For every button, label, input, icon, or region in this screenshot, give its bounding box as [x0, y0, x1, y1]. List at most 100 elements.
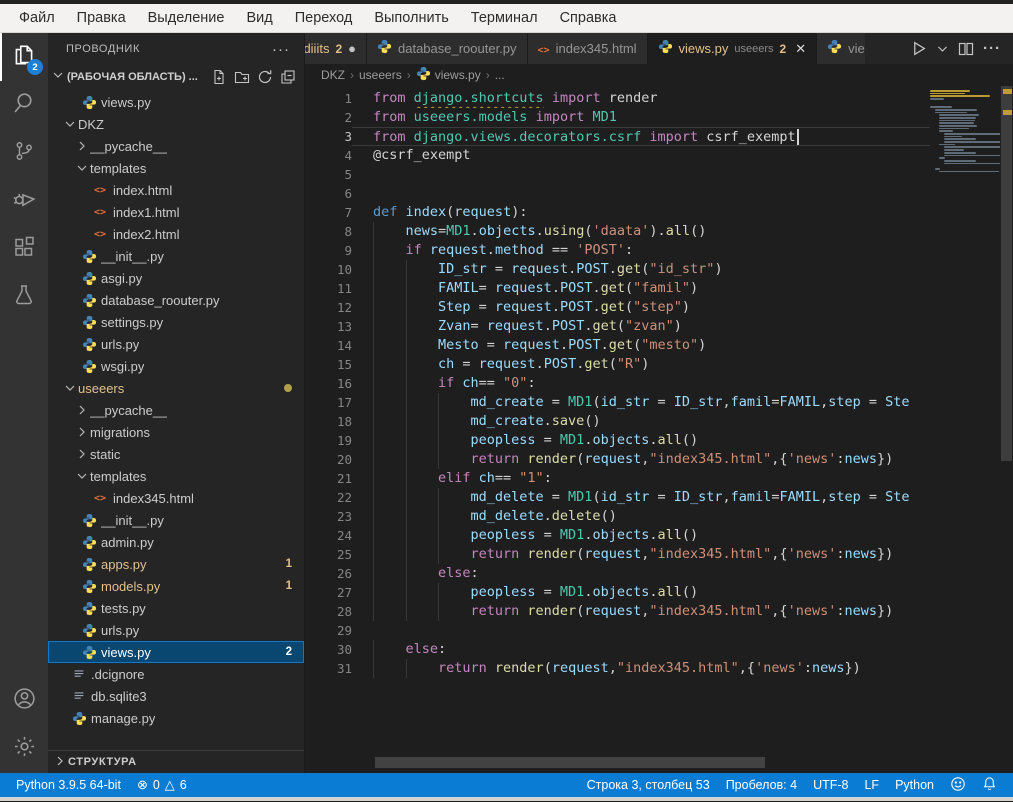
tab-index345-html[interactable]: <>index345.html — [528, 33, 648, 64]
code-line-10[interactable]: 10 ID_str = request.POST.get("id_str") — [305, 260, 930, 279]
code-line-28[interactable]: 28 return render(request,"index345.html"… — [305, 602, 930, 621]
tree-file-index1-html[interactable]: <>index1.html — [48, 201, 304, 223]
menu-item-2[interactable]: Выделение — [137, 10, 236, 26]
tree-folder-dkz[interactable]: DKZ — [48, 113, 304, 135]
code-line-2[interactable]: 2from useeers.models import MD1 — [305, 108, 930, 127]
activity-run-debug[interactable] — [0, 177, 48, 225]
activity-testing[interactable] — [0, 273, 48, 321]
code-line-18[interactable]: 18 md_create.save() — [305, 412, 930, 431]
code-line-11[interactable]: 11 FAMIL= request.POST.get("famil") — [305, 279, 930, 298]
tree-folder--pycache-[interactable]: __pycache__ — [48, 135, 304, 157]
tree-folder-templates[interactable]: templates — [48, 157, 304, 179]
horizontal-scrollbar[interactable] — [305, 757, 847, 768]
code-line-14[interactable]: 14 Mesto = request.POST.get("mesto") — [305, 336, 930, 355]
vertical-scrollbar[interactable] — [1000, 86, 1013, 773]
horizontal-scrollbar-thumb[interactable] — [375, 757, 765, 768]
tree-file-index345-html[interactable]: <>index345.html — [48, 487, 304, 509]
menu-item-5[interactable]: Выполнить — [363, 10, 459, 26]
new-folder-icon[interactable] — [234, 69, 250, 85]
status-cursor-position[interactable]: Строка 3, столбец 53 — [579, 773, 718, 797]
code-line-1[interactable]: 1from django.shortcuts import render — [305, 89, 930, 108]
tree-file--init-py[interactable]: __init__.py — [48, 509, 304, 531]
code-area[interactable]: 1from django.shortcuts import render2fro… — [305, 86, 930, 773]
refresh-icon[interactable] — [257, 69, 273, 85]
code-line-15[interactable]: 15 ch = request.POST.get("R") — [305, 355, 930, 374]
tab-database-roouter-py[interactable]: database_roouter.py — [367, 33, 528, 64]
code-line-26[interactable]: 26 else: — [305, 564, 930, 583]
tree-folder-migrations[interactable]: migrations — [48, 421, 304, 443]
status-notifications[interactable] — [974, 773, 1005, 797]
chevron-down-icon[interactable] — [936, 42, 949, 55]
activity-explorer[interactable]: 2 — [0, 33, 48, 81]
code-line-3[interactable]: 3from django.views.decorators.csrf impor… — [305, 127, 930, 146]
close-icon[interactable]: ✕ — [795, 41, 806, 57]
tree-folder-useeers[interactable]: useeers — [48, 377, 304, 399]
menu-item-1[interactable]: Правка — [66, 10, 137, 26]
code-line-13[interactable]: 13 Zvan= request.POST.get("zvan") — [305, 317, 930, 336]
code-line-25[interactable]: 25 return render(request,"index345.html"… — [305, 545, 930, 564]
status-eol[interactable]: LF — [856, 773, 887, 797]
tree-folder-templates[interactable]: templates — [48, 465, 304, 487]
tree-file-admin-py[interactable]: admin.py — [48, 531, 304, 553]
menu-item-0[interactable]: Файл — [8, 10, 66, 26]
tree-file-urls-py[interactable]: urls.py — [48, 619, 304, 641]
menu-item-7[interactable]: Справка — [549, 10, 628, 26]
tab-diiits[interactable]: diiits2● — [305, 33, 367, 64]
tree-file-asgi-py[interactable]: asgi.py — [48, 267, 304, 289]
status-python-interpreter[interactable]: Python 3.9.5 64-bit — [8, 773, 129, 797]
activity-search[interactable] — [0, 81, 48, 129]
tree-file-settings-py[interactable]: settings.py — [48, 311, 304, 333]
tree-file-views-py[interactable]: views.py2 — [48, 641, 304, 663]
activity-extensions[interactable] — [0, 225, 48, 273]
tree-file-db-sqlite3[interactable]: db.sqlite3 — [48, 685, 304, 707]
tree-file-wsgi-py[interactable]: wsgi.py — [48, 355, 304, 377]
activity-account[interactable] — [0, 677, 48, 725]
code-line-12[interactable]: 12 Step = request.POST.get("step") — [305, 298, 930, 317]
run-icon[interactable] — [910, 40, 927, 57]
tree-file-urls-py[interactable]: urls.py — [48, 333, 304, 355]
tree-folder--pycache-[interactable]: __pycache__ — [48, 399, 304, 421]
status-feedback[interactable] — [942, 773, 974, 797]
breadcrumb-item-dkz[interactable]: DKZ — [321, 68, 345, 82]
more-icon[interactable]: ··· — [983, 40, 1001, 57]
code-line-9[interactable]: 9 if request.method == 'POST': — [305, 241, 930, 260]
status-problems[interactable]: ⊗0△6 — [129, 773, 195, 797]
code-line-16[interactable]: 16 if ch== "0": — [305, 374, 930, 393]
breadcrumb-item--[interactable]: ... — [495, 68, 505, 82]
activity-source-control[interactable] — [0, 129, 48, 177]
code-line-17[interactable]: 17 md_create = MD1(id_str = ID_str,famil… — [305, 393, 930, 412]
code-line-7[interactable]: 7def index(request): — [305, 203, 930, 222]
tree-file--init-py[interactable]: __init__.py — [48, 245, 304, 267]
tree-file-database-roouter-py[interactable]: database_roouter.py — [48, 289, 304, 311]
code-line-5[interactable]: 5 — [305, 165, 930, 184]
tree-file-manage-py[interactable]: manage.py — [48, 707, 304, 729]
tab-views-py[interactable]: views.pyuseeers2✕ — [648, 33, 818, 64]
code-line-24[interactable]: 24 peopless = MD1.objects.all() — [305, 526, 930, 545]
tree-file--dcignore[interactable]: .dcignore — [48, 663, 304, 685]
code-line-8[interactable]: 8 news=MD1.objects.using('daata').all() — [305, 222, 930, 241]
menu-item-4[interactable]: Переход — [284, 10, 364, 26]
status-encoding[interactable]: UTF-8 — [805, 773, 856, 797]
code-line-6[interactable]: 6 — [305, 184, 930, 203]
code-line-31[interactable]: 31 return render(request,"index345.html"… — [305, 659, 930, 678]
code-line-29[interactable]: 29 — [305, 621, 930, 640]
split-editor-icon[interactable] — [958, 41, 974, 57]
collapse-all-icon[interactable] — [280, 69, 296, 85]
sidebar-more-actions[interactable]: ··· — [272, 41, 290, 58]
vertical-scrollbar-thumb[interactable] — [1001, 86, 1012, 461]
new-file-icon[interactable] — [211, 69, 227, 85]
menu-item-3[interactable]: Вид — [235, 10, 283, 26]
code-line-19[interactable]: 19 peopless = MD1.objects.all() — [305, 431, 930, 450]
tree-file-models-py[interactable]: models.py1 — [48, 575, 304, 597]
code-line-20[interactable]: 20 return render(request,"index345.html"… — [305, 450, 930, 469]
tree-file-tests-py[interactable]: tests.py — [48, 597, 304, 619]
code-line-30[interactable]: 30 else: — [305, 640, 930, 659]
activity-settings[interactable] — [0, 725, 48, 773]
tree-file-apps-py[interactable]: apps.py1 — [48, 553, 304, 575]
tree-file-index-html[interactable]: <>index.html — [48, 179, 304, 201]
tab-vie[interactable]: vie — [817, 33, 865, 64]
code-line-21[interactable]: 21 elif ch== "1": — [305, 469, 930, 488]
workspace-section-header[interactable]: (РАБОЧАЯ ОБЛАСТЬ) ... — [48, 65, 304, 88]
breadcrumb-item-views-py[interactable]: views.py — [416, 66, 481, 84]
breadcrumb-item-useeers[interactable]: useeers — [359, 68, 402, 82]
